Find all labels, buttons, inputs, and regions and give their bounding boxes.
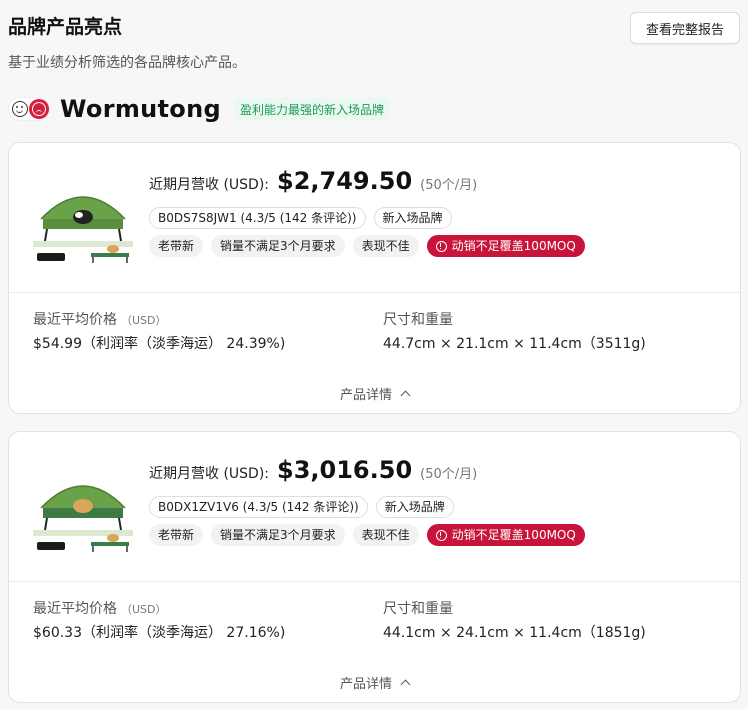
- new-brand-badge: 新入场品牌: [373, 207, 452, 229]
- product-image: [33, 456, 133, 556]
- brand-tag: 盈利能力最强的新入场品牌: [234, 97, 389, 121]
- chip-row: B0DS7S8JW1 (4.3/5 (142 条评论)) 新入场品牌: [149, 207, 720, 229]
- tag-chip: 销量不满足3个月要求: [211, 235, 345, 257]
- details-label: 产品详情: [339, 388, 392, 403]
- alert-icon: [435, 240, 447, 252]
- asin-chip[interactable]: B0DX1ZV1V6 (4.3/5 (142 条评论)): [149, 496, 368, 518]
- moq-alert-label: 动销不足覆盖100MOQ: [451, 239, 576, 253]
- size-value: 44.7cm × 21.1cm × 11.4cm（3511g): [383, 336, 646, 352]
- size-column: 尺寸和重量 44.7cm × 21.1cm × 11.4cm（3511g): [383, 309, 646, 353]
- product-card: 近期月营收 (USD): $2,749.50 (50个/月) B0DS7S8JW…: [8, 142, 741, 414]
- revenue-line: 近期月营收 (USD): $3,016.50 (50个/月): [149, 456, 720, 490]
- product-metrics: 最近平均价格 （USD） $60.33（利润率（淡季海运） 27.16%) 尺寸…: [9, 582, 740, 702]
- details-label: 产品详情: [339, 677, 392, 692]
- product-info: 近期月营收 (USD): $2,749.50 (50个/月) B0DS7S8JW…: [149, 167, 720, 257]
- price-value: $60.33（利润率（淡季海运） 27.16%): [33, 625, 286, 641]
- tag-chip: 表现不佳: [352, 235, 419, 257]
- revenue-value: $2,749.50: [277, 167, 413, 195]
- size-column: 尺寸和重量 44.1cm × 24.1cm × 11.4cm（1851g): [383, 598, 646, 642]
- neutral-face-icon: [12, 101, 28, 117]
- price-unit: （USD）: [121, 314, 167, 327]
- price-column: 最近平均价格 （USD） $60.33（利润率（淡季海运） 27.16%): [33, 598, 285, 642]
- tag-chip: 销量不满足3个月要求: [211, 524, 345, 546]
- moq-alert-label: 动销不足覆盖100MOQ: [451, 528, 576, 542]
- product-metrics: 最近平均价格 （USD） $54.99（利润率（淡季海运） 24.39%) 尺寸…: [9, 293, 740, 413]
- size-value: 44.1cm × 24.1cm × 11.4cm（1851g): [383, 625, 646, 641]
- revenue-label: 近期月营收 (USD):: [149, 466, 270, 482]
- alert-icon: [435, 529, 447, 541]
- moq-alert-chip: 动销不足覆盖100MOQ: [426, 235, 585, 257]
- asin-chip[interactable]: B0DS7S8JW1 (4.3/5 (142 条评论)): [149, 207, 366, 229]
- brand-logo: [8, 97, 50, 121]
- tag-row: 老带新 销量不满足3个月要求 表现不佳 动销不足覆盖100MOQ: [149, 235, 720, 257]
- sad-face-icon: [29, 99, 49, 119]
- price-label: 最近平均价格: [33, 601, 117, 617]
- chip-row: B0DX1ZV1V6 (4.3/5 (142 条评论)) 新入场品牌: [149, 496, 720, 518]
- tag-chip: 表现不佳: [352, 524, 419, 546]
- product-details-toggle[interactable]: 产品详情: [9, 673, 740, 692]
- product-card: 近期月营收 (USD): $3,016.50 (50个/月) B0DX1ZV1V…: [8, 431, 741, 703]
- page-header: 品牌产品亮点 基于业绩分析筛选的各品牌核心产品。 查看完整报告: [8, 8, 740, 71]
- product-details-toggle[interactable]: 产品详情: [9, 384, 740, 403]
- price-column: 最近平均价格 （USD） $54.99（利润率（淡季海运） 24.39%): [33, 309, 285, 353]
- product-image: [33, 167, 133, 267]
- product-summary: 近期月营收 (USD): $3,016.50 (50个/月) B0DX1ZV1V…: [9, 432, 740, 582]
- size-label: 尺寸和重量: [383, 601, 453, 617]
- size-label: 尺寸和重量: [383, 312, 453, 328]
- price-unit: （USD）: [121, 603, 167, 616]
- product-info: 近期月营收 (USD): $3,016.50 (50个/月) B0DX1ZV1V…: [149, 456, 720, 546]
- page-title: 品牌产品亮点: [8, 16, 123, 38]
- revenue-line: 近期月营收 (USD): $2,749.50 (50个/月): [149, 167, 720, 201]
- page-subtitle: 基于业绩分析筛选的各品牌核心产品。: [8, 55, 246, 71]
- price-label: 最近平均价格: [33, 312, 117, 328]
- new-brand-badge: 新入场品牌: [375, 496, 454, 518]
- view-full-report-button[interactable]: 查看完整报告: [630, 12, 740, 44]
- tag-row: 老带新 销量不满足3个月要求 表现不佳 动销不足覆盖100MOQ: [149, 524, 720, 546]
- chevron-up-icon: [400, 390, 411, 401]
- tag-chip: 老带新: [149, 235, 204, 257]
- revenue-value: $3,016.50: [277, 456, 413, 484]
- moq-alert-chip: 动销不足覆盖100MOQ: [426, 524, 585, 546]
- monthly-units: (50个/月): [420, 467, 478, 482]
- price-value: $54.99（利润率（淡季海运） 24.39%): [33, 336, 286, 352]
- chevron-up-icon: [400, 679, 411, 690]
- revenue-label: 近期月营收 (USD):: [149, 177, 270, 193]
- monthly-units: (50个/月): [420, 178, 478, 193]
- brand-name: Wormutong: [60, 95, 221, 123]
- product-summary: 近期月营收 (USD): $2,749.50 (50个/月) B0DS7S8JW…: [9, 143, 740, 293]
- tag-chip: 老带新: [149, 524, 204, 546]
- brand-row: Wormutong 盈利能力最强的新入场品牌: [8, 94, 389, 124]
